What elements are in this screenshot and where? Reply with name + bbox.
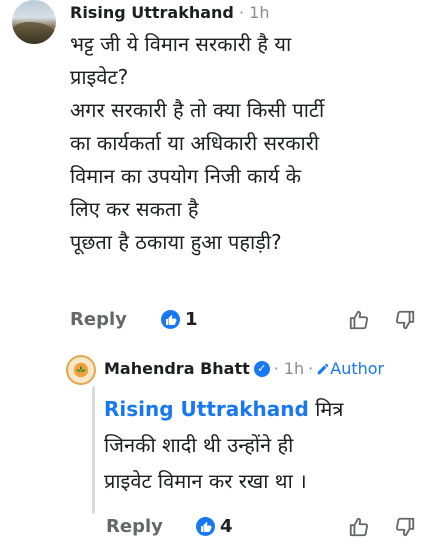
comment-time[interactable]: 1h: [284, 359, 304, 379]
lotus-logo-icon: [73, 362, 89, 378]
reaction-summary[interactable]: 4: [196, 516, 233, 537]
reply-button[interactable]: Reply: [106, 516, 163, 537]
comment-time[interactable]: 1h: [249, 3, 269, 22]
comment-line: प्राइवेट विमान कर रखा था ।: [104, 469, 307, 493]
reaction-count: 4: [220, 516, 233, 537]
verified-badge-icon: ✓: [253, 361, 270, 377]
comment-author[interactable]: Mahendra Bhatt: [104, 359, 250, 379]
comment-line: प्राइवेट?: [70, 65, 129, 89]
thumbs-up-outline-icon[interactable]: [348, 309, 370, 331]
comment-line: पूछता है ठकाया हुआ पहाड़ी?: [70, 230, 282, 254]
reaction-count: 1: [185, 309, 198, 330]
comment-line: विमान का उपयोग निजी कार्य के: [70, 164, 302, 188]
separator: ·: [308, 359, 314, 378]
pencil-icon: [318, 363, 329, 375]
comment-line: Rising Uttrakhand मित्र: [104, 391, 422, 427]
reaction-summary[interactable]: 1: [161, 309, 198, 330]
thumbs-down-outline-icon[interactable]: [394, 309, 416, 331]
comment-text: भट्ट जी ये विमान सरकारी है या प्राइवेट? …: [70, 28, 420, 259]
avatar[interactable]: [66, 355, 96, 385]
thumbs-down-outline-icon[interactable]: [394, 516, 416, 538]
avatar[interactable]: [12, 0, 56, 44]
thumbs-up-outline-icon[interactable]: [348, 516, 370, 538]
like-icon: [161, 310, 180, 329]
comment-line: भट्ट जी ये विमान सरकारी है या: [70, 32, 292, 56]
comment-header: Rising Uttrakhand · 1h: [70, 3, 269, 23]
comment-text-fragment: मित्र: [315, 397, 344, 421]
reply-button[interactable]: Reply: [70, 309, 127, 330]
comment-author[interactable]: Rising Uttrakhand: [70, 3, 234, 22]
comment-header: Mahendra Bhatt ✓ · 1h · Author: [104, 359, 384, 379]
comment-line: जिनकी शादी थी उन्होंने ही: [104, 433, 294, 457]
comment-text: Rising Uttrakhand मित्र जिनकी शादी थी उन…: [104, 391, 422, 499]
comment-line: लिए कर सकता है: [70, 197, 199, 221]
thread-line: [92, 386, 95, 514]
comment-line: अगर सरकारी है तो क्या किसी पार्टी: [70, 98, 325, 122]
author-badge: Author: [330, 359, 385, 378]
comment-line: का कार्यकर्ता या अधिकारी सरकारी: [70, 131, 320, 155]
separator: ·: [273, 359, 279, 378]
separator: ·: [238, 3, 245, 22]
like-icon: [196, 517, 215, 536]
mention-link[interactable]: Rising Uttrakhand: [104, 397, 309, 421]
